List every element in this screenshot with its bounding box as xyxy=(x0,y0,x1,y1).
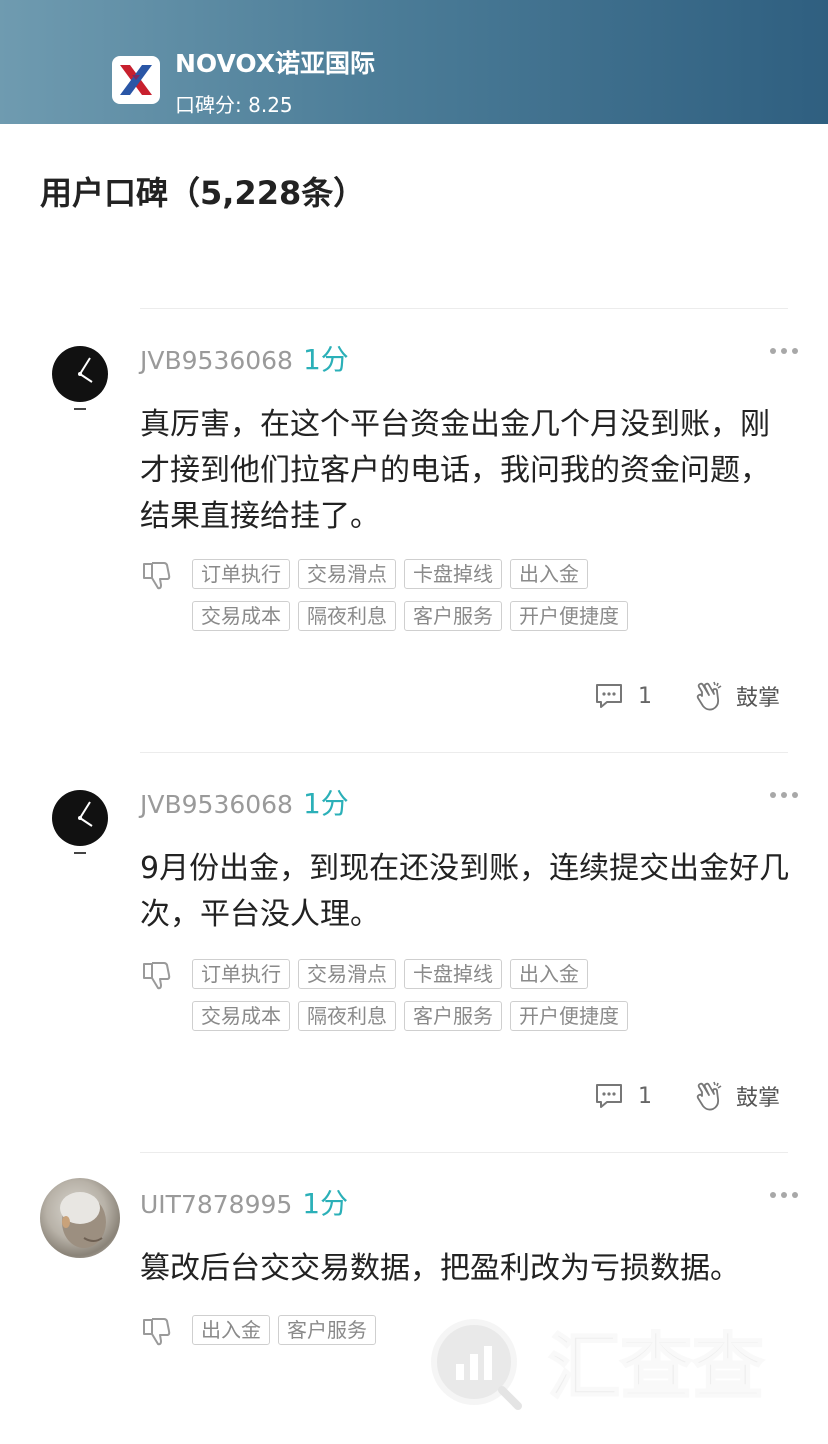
clap-icon xyxy=(696,681,722,711)
tag[interactable]: 交易成本 xyxy=(192,601,290,631)
score-label: 口碑分: xyxy=(175,93,242,117)
watermark: 汇查查 xyxy=(430,1312,790,1412)
watermark-logo-icon: 汇查查 xyxy=(431,1319,765,1410)
more-options-icon[interactable] xyxy=(770,346,806,356)
divider xyxy=(140,1152,788,1153)
tag[interactable]: 客户服务 xyxy=(404,1001,502,1031)
clap-button[interactable]: 鼓掌 xyxy=(694,680,780,712)
clap-icon xyxy=(696,1081,722,1111)
tag[interactable]: 交易滑点 xyxy=(298,959,396,989)
username-text: JVB9536068 xyxy=(140,346,293,375)
review-content: 真厉害，在这个平台资金出金几个月没到账，刚才接到他们拉客户的电话，我问我的资金问… xyxy=(140,407,770,534)
thumbs-down-icon[interactable] xyxy=(140,560,172,592)
avatar[interactable] xyxy=(40,336,120,416)
avatar[interactable] xyxy=(40,780,120,860)
watch-avatar-icon xyxy=(52,346,108,410)
tag[interactable]: 客户服务 xyxy=(404,601,502,631)
username[interactable]: UIT7878995 1分 xyxy=(140,1182,348,1222)
divider xyxy=(140,752,788,753)
username-text: JVB9536068 xyxy=(140,790,293,819)
more-options-icon[interactable] xyxy=(770,790,806,800)
comment-count: 1 xyxy=(638,1083,652,1109)
review-content: 9月份出金，到现在还没到账，连续提交出金好几次，平台没人理。 xyxy=(140,851,790,932)
watermark-text: 汇查查 xyxy=(548,1325,764,1409)
divider xyxy=(140,308,788,309)
thumbs-down-icon[interactable] xyxy=(140,960,172,992)
tag[interactable]: 开户便捷度 xyxy=(510,601,628,631)
username[interactable]: JVB9536068 1分 xyxy=(140,782,349,822)
score-value: 8.25 xyxy=(248,93,293,117)
broker-score: 口碑分: 8.25 xyxy=(175,89,293,118)
broker-header: NOVOX诺亚国际 口碑分: 8.25 xyxy=(0,0,828,124)
avatar[interactable] xyxy=(40,1178,120,1258)
tag[interactable]: 卡盘掉线 xyxy=(404,959,502,989)
tag[interactable]: 隔夜利息 xyxy=(298,601,396,631)
tag[interactable]: 交易成本 xyxy=(192,1001,290,1031)
tag[interactable]: 隔夜利息 xyxy=(298,1001,396,1031)
photo-avatar-icon xyxy=(60,1192,106,1248)
tag[interactable]: 出入金 xyxy=(510,959,588,989)
comment-icon xyxy=(596,1084,622,1108)
comment-button[interactable]: 1 xyxy=(594,1082,652,1110)
clap-label: 鼓掌 xyxy=(736,686,781,711)
thumbs-down-icon[interactable] xyxy=(140,1316,172,1348)
rating: 1分 xyxy=(302,787,349,820)
tag[interactable]: 客户服务 xyxy=(278,1315,376,1345)
rating: 1分 xyxy=(302,1187,349,1220)
more-options-icon[interactable] xyxy=(770,1190,806,1200)
tag-list: 订单执行 交易滑点 卡盘掉线 出入金 交易成本 隔夜利息 客户服务 开户便捷度 xyxy=(192,959,672,1031)
tag[interactable]: 出入金 xyxy=(192,1315,270,1345)
username[interactable]: JVB9536068 1分 xyxy=(140,338,349,378)
username-text: UIT7878995 xyxy=(140,1190,293,1219)
clap-label: 鼓掌 xyxy=(736,1086,781,1111)
tag[interactable]: 出入金 xyxy=(510,559,588,589)
rating: 1分 xyxy=(302,343,349,376)
watch-avatar-icon xyxy=(52,790,108,854)
broker-name[interactable]: NOVOX诺亚国际 xyxy=(175,44,375,80)
tag[interactable]: 订单执行 xyxy=(192,559,290,589)
tag[interactable]: 交易滑点 xyxy=(298,559,396,589)
tag[interactable]: 开户便捷度 xyxy=(510,1001,628,1031)
tag-list: 订单执行 交易滑点 卡盘掉线 出入金 交易成本 隔夜利息 客户服务 开户便捷度 xyxy=(192,559,672,631)
comment-icon xyxy=(596,684,622,708)
review-content: 篡改后台交交易数据，把盈利改为亏损数据。 xyxy=(140,1251,740,1286)
clap-button[interactable]: 鼓掌 xyxy=(694,1080,780,1112)
comment-button[interactable]: 1 xyxy=(594,682,652,710)
comment-count: 1 xyxy=(638,683,652,709)
broker-logo[interactable] xyxy=(112,56,160,104)
tag[interactable]: 卡盘掉线 xyxy=(404,559,502,589)
tag[interactable]: 订单执行 xyxy=(192,959,290,989)
page-title: 用户口碑（5,228条） xyxy=(40,174,366,212)
novox-logo-icon xyxy=(120,65,152,95)
